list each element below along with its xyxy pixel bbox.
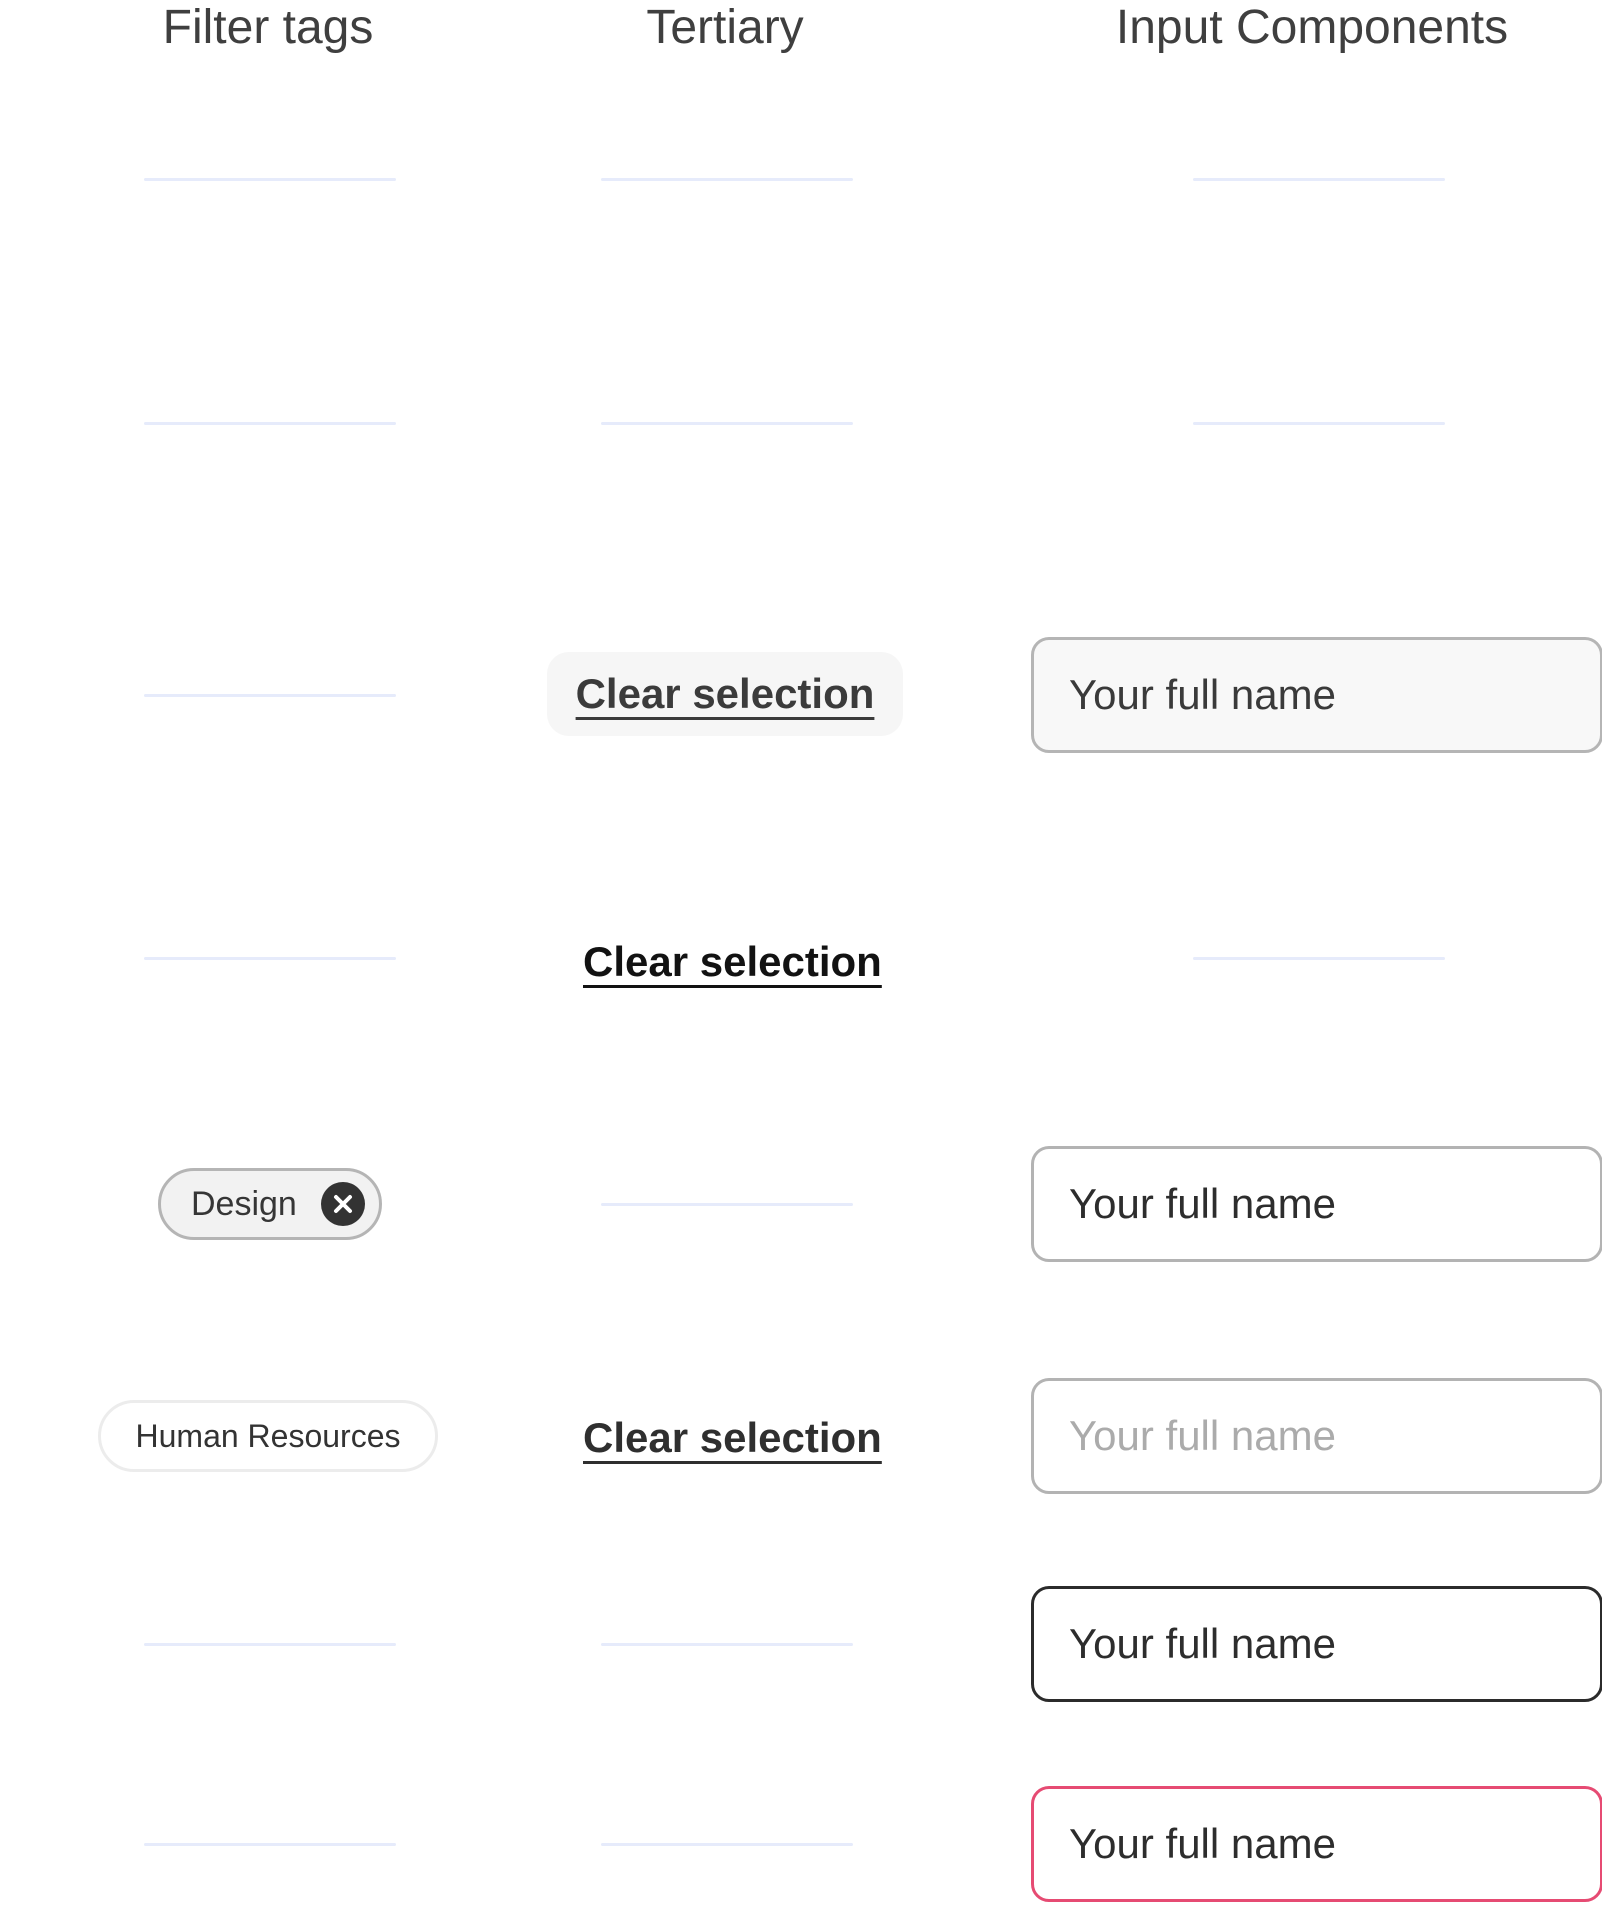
clear-selection-button-pressed[interactable]: Clear selection [583, 937, 882, 987]
filter-tag-selected[interactable]: Design [158, 1168, 382, 1240]
empty-state-placeholder-line [601, 1843, 853, 1846]
clear-selection-label: Clear selection [575, 670, 875, 717]
empty-state-placeholder-line [1193, 178, 1445, 181]
filter-tag[interactable]: Human Resources [98, 1400, 438, 1472]
full-name-input-disabled[interactable] [1031, 637, 1602, 753]
empty-state-placeholder-line [144, 422, 396, 425]
clear-selection-button[interactable]: Clear selection [583, 1413, 882, 1463]
full-name-input-empty[interactable] [1031, 1378, 1602, 1494]
filter-tag-label: Design [191, 1184, 297, 1223]
column-title-filter-tags: Filter tags [162, 1, 374, 54]
column-title-tertiary: Tertiary [646, 1, 804, 54]
empty-state-placeholder-line [144, 1843, 396, 1846]
empty-state-placeholder-line [1193, 422, 1445, 425]
empty-state-placeholder-line [601, 178, 853, 181]
empty-state-placeholder-line [601, 1643, 853, 1646]
empty-state-placeholder-line [144, 694, 396, 697]
full-name-input-filled[interactable] [1031, 1146, 1602, 1262]
close-circle-icon[interactable] [321, 1182, 365, 1226]
clear-selection-button-hover[interactable]: Clear selection [547, 652, 903, 736]
empty-state-placeholder-line [1193, 957, 1445, 960]
empty-state-placeholder-line [144, 1643, 396, 1646]
empty-state-placeholder-line [144, 957, 396, 960]
filter-tag-label: Human Resources [135, 1417, 401, 1454]
full-name-input-focused[interactable] [1031, 1586, 1602, 1702]
full-name-input-error[interactable] [1031, 1786, 1602, 1902]
empty-state-placeholder-line [144, 178, 396, 181]
column-title-input-components: Input Components [1115, 1, 1509, 54]
empty-state-placeholder-line [601, 422, 853, 425]
empty-state-placeholder-line [601, 1203, 853, 1206]
